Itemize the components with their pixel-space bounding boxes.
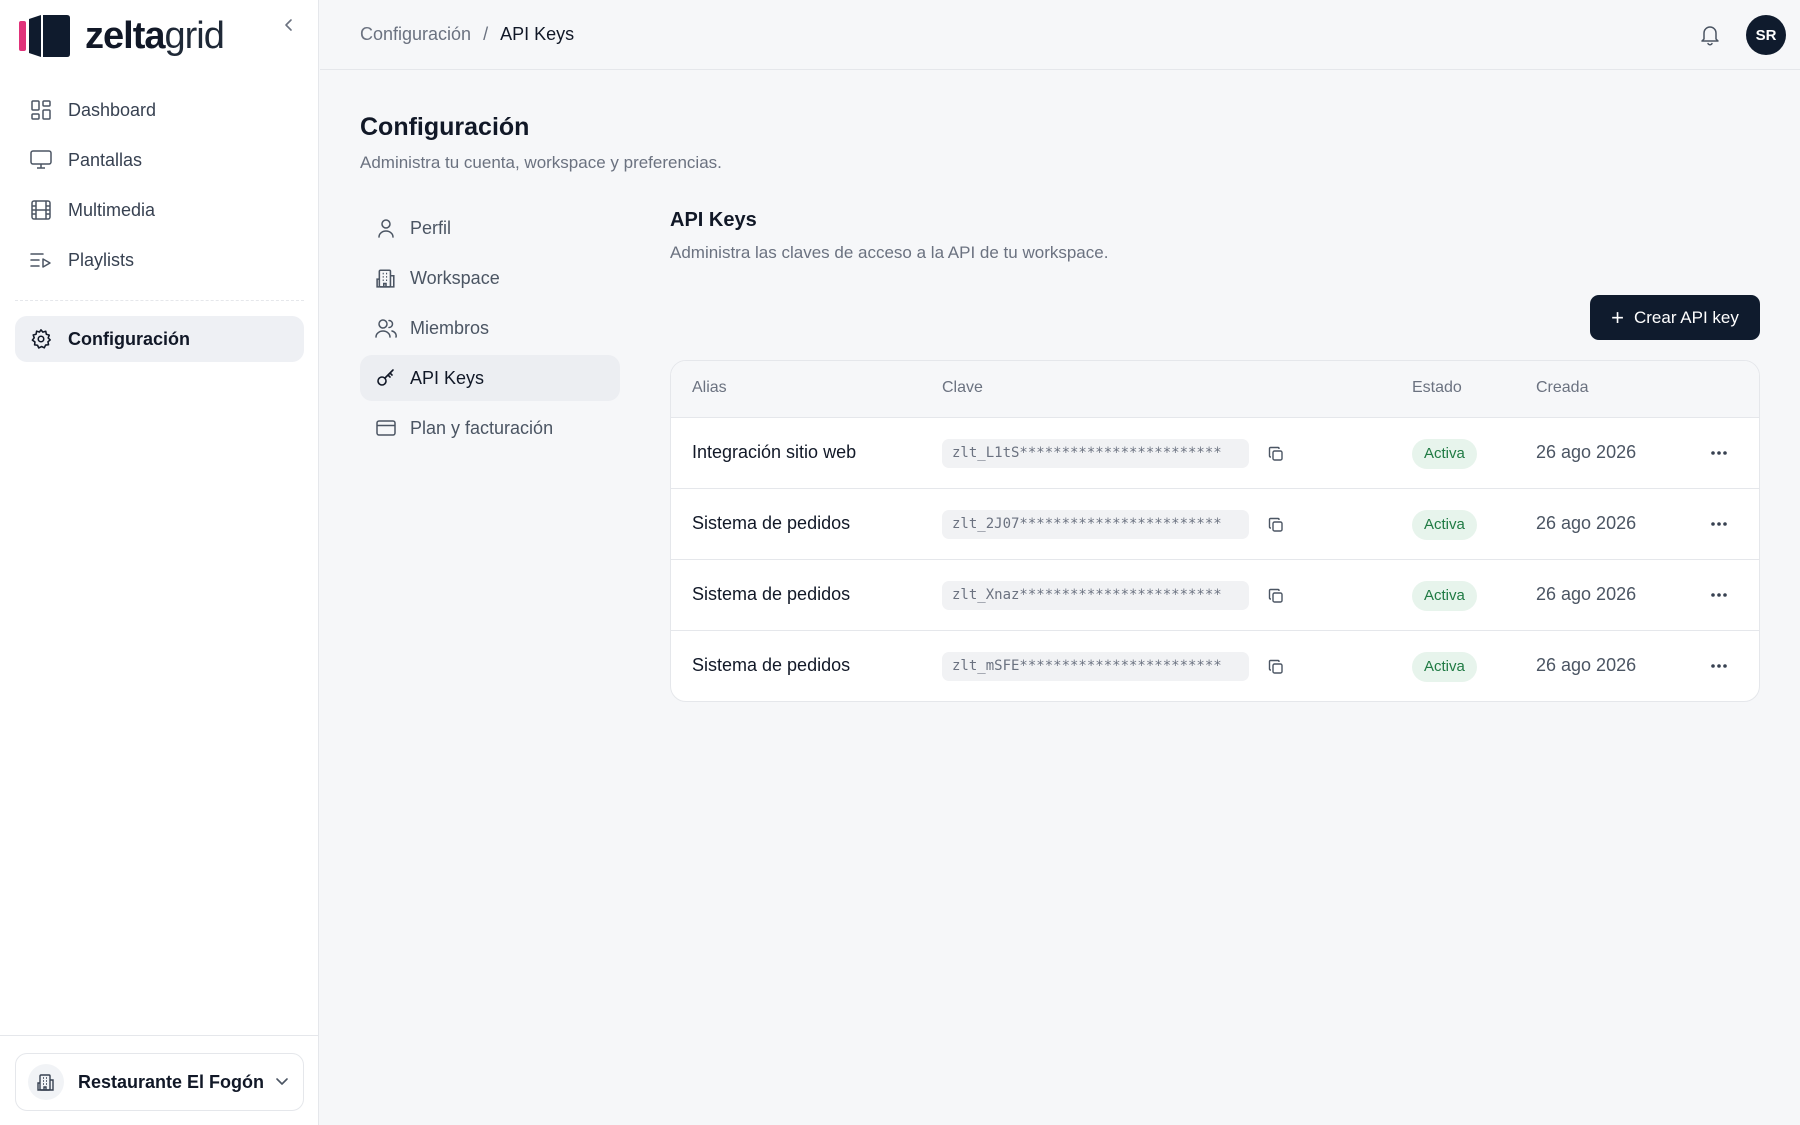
settings-tab-label: Miembros (410, 317, 490, 338)
sidebar-item-pantallas[interactable]: Pantallas (15, 137, 304, 183)
breadcrumb-link-configuracion[interactable]: Configuración (360, 24, 471, 45)
avatar[interactable]: SR (1746, 15, 1786, 55)
section-title: API Keys (670, 209, 757, 231)
status-badge: Activa (1412, 439, 1477, 469)
chevron-left-icon (285, 19, 292, 31)
settings-tab-plan-facturacion[interactable]: Plan y facturación (360, 405, 620, 451)
status-badge: Activa (1412, 581, 1477, 611)
settings-tab-label: API Keys (410, 367, 485, 388)
users-icon (375, 317, 397, 339)
row-created-date: 26 ago 2026 (1536, 513, 1637, 533)
sidebar-item-label: Dashboard (68, 99, 157, 120)
settings-tab-label: Plan y facturación (410, 417, 554, 438)
row-alias: Integración sitio web (692, 442, 857, 462)
collapse-sidebar-button[interactable] (276, 12, 302, 38)
api-keys-table: Alias Clave Estado Creada Integración si… (670, 360, 1760, 702)
sidebar: zeltagrid Dashboard Pantallas Multimedia (0, 0, 319, 1125)
status-badge: Activa (1412, 510, 1477, 540)
settings-tab-miembros[interactable]: Miembros (360, 305, 620, 351)
table-row: Sistema de pedidos zlt_2J07*************… (671, 489, 1759, 560)
more-actions-icon[interactable] (1706, 513, 1732, 535)
copy-icon[interactable] (1266, 586, 1286, 606)
section-subtitle: Administra las claves de acceso a la API… (670, 243, 1109, 262)
column-header-clave: Clave (942, 379, 983, 396)
bell-icon (1701, 26, 1719, 46)
table-header: Alias Clave Estado Creada (671, 361, 1759, 418)
settings-nav: Perfil Workspace Miembros API Keys Plan … (360, 205, 620, 455)
table-row: Sistema de pedidos zlt_Xnaz*************… (671, 560, 1759, 631)
building-icon (28, 1064, 64, 1100)
more-actions-icon[interactable] (1706, 655, 1732, 677)
column-header-alias: Alias (692, 379, 727, 396)
sidebar-footer: Restaurante El Fogón (0, 1035, 319, 1125)
table-row: Sistema de pedidos zlt_mSFE*************… (671, 631, 1759, 701)
row-key-value: zlt_2J07************************ (942, 510, 1249, 539)
row-key-value: zlt_Xnaz************************ (942, 581, 1249, 610)
key-icon (375, 367, 397, 389)
row-created-date: 26 ago 2026 (1536, 655, 1637, 675)
row-created-date: 26 ago 2026 (1536, 584, 1637, 604)
row-alias: Sistema de pedidos (692, 513, 851, 533)
sidebar-item-multimedia[interactable]: Multimedia (15, 187, 304, 233)
sidebar-item-label: Multimedia (68, 199, 156, 220)
row-alias: Sistema de pedidos (692, 584, 851, 604)
building-icon (375, 267, 397, 289)
credit-card-icon (375, 417, 397, 439)
logo-icon (19, 13, 71, 59)
page-title: Configuración (360, 113, 530, 141)
row-key-value: zlt_mSFE************************ (942, 652, 1249, 681)
create-api-key-button[interactable]: + Crear API key (1590, 295, 1760, 340)
logo-wordmark: zeltagrid (85, 15, 225, 57)
dashboard-icon (30, 99, 52, 121)
column-header-estado: Estado (1412, 379, 1462, 396)
nav-divider (15, 300, 304, 301)
sidebar-item-playlists[interactable]: Playlists (15, 237, 304, 283)
logo[interactable]: zeltagrid (19, 12, 301, 60)
row-alias: Sistema de pedidos (692, 655, 851, 675)
breadcrumb: Configuración / API Keys (360, 24, 574, 45)
chevron-down-icon (275, 1074, 289, 1093)
sidebar-item-label: Pantallas (68, 149, 143, 170)
notifications-button[interactable] (1696, 21, 1724, 49)
breadcrumb-current: API Keys (500, 24, 575, 44)
more-actions-icon[interactable] (1706, 584, 1732, 606)
settings-tab-label: Perfil (410, 217, 452, 238)
settings-tab-label: Workspace (410, 267, 500, 288)
row-created-date: 26 ago 2026 (1536, 442, 1637, 462)
plus-icon: + (1611, 304, 1624, 330)
column-header-creada: Creada (1536, 379, 1589, 396)
more-actions-icon[interactable] (1706, 442, 1732, 464)
user-icon (375, 217, 397, 239)
topbar: Configuración / API Keys SR (320, 0, 1800, 70)
copy-icon[interactable] (1266, 444, 1286, 464)
table-row: Integración sitio web zlt_L1tS**********… (671, 418, 1759, 489)
row-key-value: zlt_L1tS************************ (942, 439, 1249, 468)
sidebar-item-configuracion[interactable]: Configuración (15, 316, 304, 362)
copy-icon[interactable] (1266, 657, 1286, 677)
playlist-icon (30, 249, 52, 271)
status-badge: Activa (1412, 652, 1477, 682)
film-icon (30, 199, 52, 221)
sidebar-item-label: Playlists (68, 249, 135, 270)
settings-tab-perfil[interactable]: Perfil (360, 205, 620, 251)
create-api-key-label: Crear API key (1633, 307, 1739, 327)
settings-tab-api-keys[interactable]: API Keys (360, 355, 620, 401)
monitor-icon (30, 149, 52, 171)
workspace-name: Restaurante El Fogón (78, 1071, 265, 1092)
gear-icon (30, 328, 52, 350)
main-nav: Dashboard Pantallas Multimedia Playlists (15, 87, 304, 287)
sidebar-item-dashboard[interactable]: Dashboard (15, 87, 304, 133)
page-subtitle: Administra tu cuenta, workspace y prefer… (360, 153, 722, 172)
copy-icon[interactable] (1266, 515, 1286, 535)
workspace-switcher[interactable]: Restaurante El Fogón (15, 1053, 304, 1111)
sidebar-item-label: Configuración (68, 328, 190, 349)
breadcrumb-separator: / (483, 24, 489, 44)
settings-tab-workspace[interactable]: Workspace (360, 255, 620, 301)
